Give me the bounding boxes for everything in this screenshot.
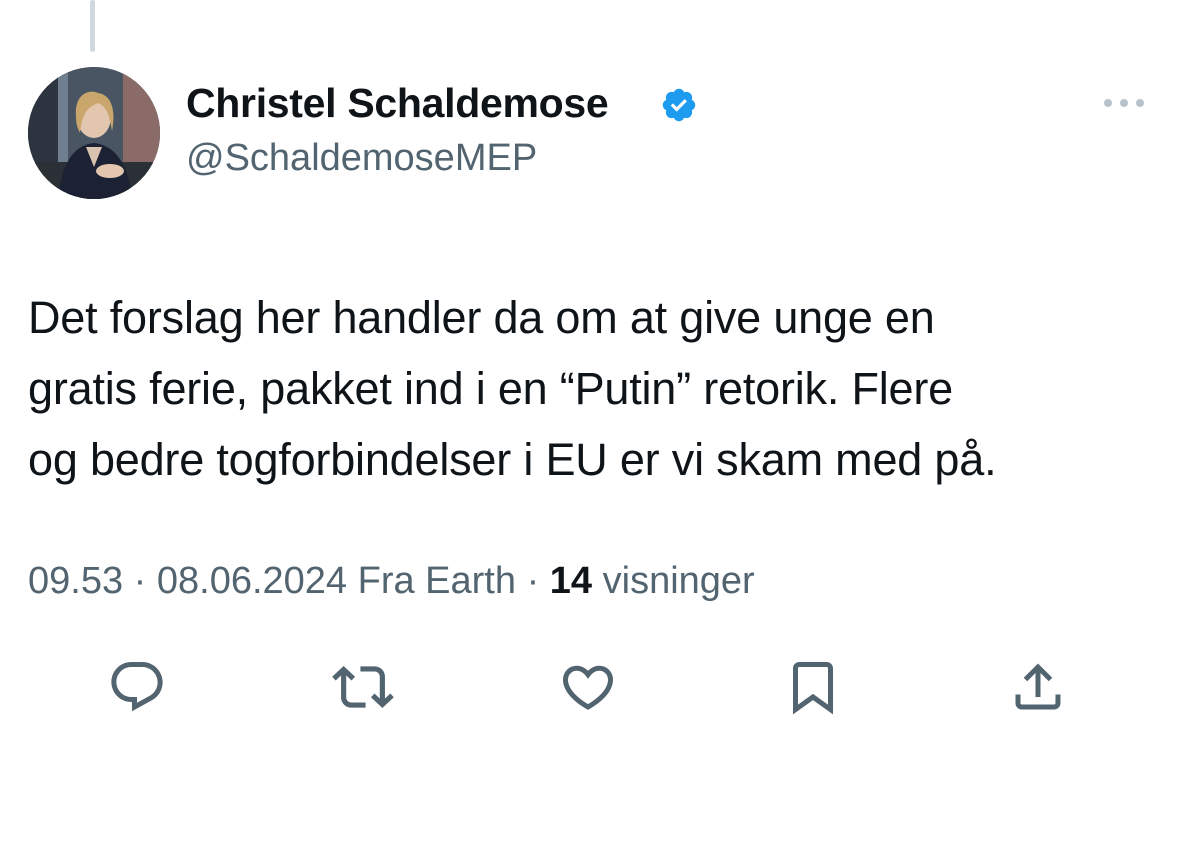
retweet-button[interactable] [331,655,395,719]
tweet-source: Fra Earth [347,560,517,602]
reply-button[interactable] [105,655,169,719]
verified-badge-icon [662,88,696,122]
tweet-metadata: 09.53 · 08.06.2024 Fra Earth · 14 visnin… [28,560,755,603]
tweet-time[interactable]: 09.53 [28,560,123,602]
share-icon [1015,663,1061,710]
tweet-line: Det forslag her handler da om at give un… [28,292,935,343]
views-label: visninger [592,560,755,602]
profile-photo [28,67,160,199]
author-display-name[interactable]: Christel Schaldemose [186,80,609,127]
like-button[interactable] [556,655,620,719]
tweet-date[interactable]: 08.06.2024 [157,560,347,602]
tweet-line: gratis ferie, pakket ind i en “Putin” re… [28,363,953,414]
tweet-line: og bedre togforbindelser i EU er vi skam… [28,434,997,485]
more-options-icon[interactable] [1100,93,1148,113]
meta-separator: · [123,560,157,602]
avatar[interactable] [28,67,160,199]
like-icon [562,665,614,710]
tweet-text: Det forslag her handler da om at give un… [28,282,1148,495]
views-count: 14 [549,560,593,602]
bookmark-button[interactable] [781,655,845,719]
author-handle[interactable]: @SchaldemoseMEP [186,137,537,180]
retweet-icon [332,666,394,708]
thread-connector-line [90,0,95,52]
meta-separator: · [516,560,550,602]
share-button[interactable] [1006,655,1070,719]
reply-icon [111,662,163,712]
bookmark-icon [793,662,833,715]
